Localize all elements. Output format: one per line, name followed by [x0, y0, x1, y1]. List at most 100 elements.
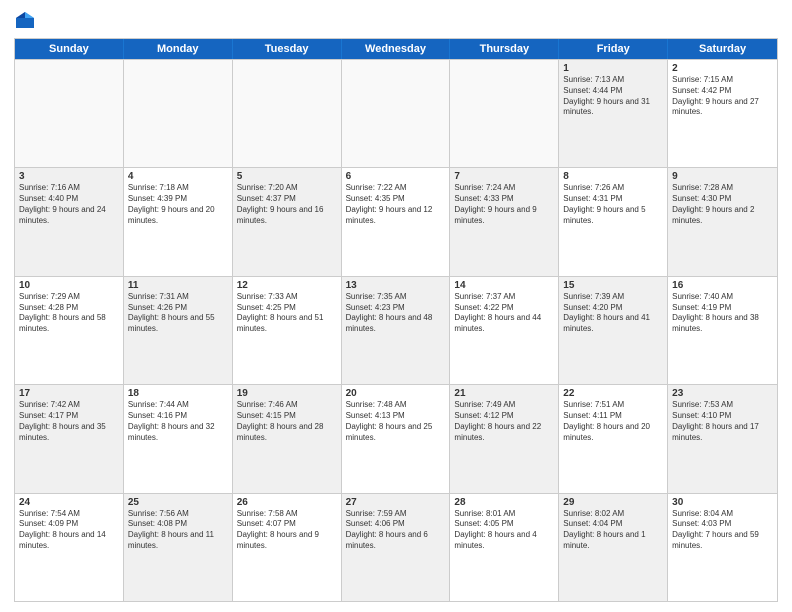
calendar-cell-0-4	[450, 60, 559, 167]
calendar-cell-2-0: 10Sunrise: 7:29 AM Sunset: 4:28 PM Dayli…	[15, 277, 124, 384]
day-number: 10	[19, 280, 119, 291]
cell-info: Sunrise: 7:46 AM Sunset: 4:15 PM Dayligh…	[237, 400, 337, 443]
calendar-cell-0-5: 1Sunrise: 7:13 AM Sunset: 4:44 PM Daylig…	[559, 60, 668, 167]
calendar-cell-2-1: 11Sunrise: 7:31 AM Sunset: 4:26 PM Dayli…	[124, 277, 233, 384]
day-number: 18	[128, 388, 228, 399]
calendar-cell-2-5: 15Sunrise: 7:39 AM Sunset: 4:20 PM Dayli…	[559, 277, 668, 384]
calendar-body: 1Sunrise: 7:13 AM Sunset: 4:44 PM Daylig…	[15, 59, 777, 601]
calendar-row-1: 3Sunrise: 7:16 AM Sunset: 4:40 PM Daylig…	[15, 167, 777, 275]
cell-info: Sunrise: 7:54 AM Sunset: 4:09 PM Dayligh…	[19, 509, 119, 552]
cell-info: Sunrise: 7:24 AM Sunset: 4:33 PM Dayligh…	[454, 183, 554, 226]
cell-info: Sunrise: 7:56 AM Sunset: 4:08 PM Dayligh…	[128, 509, 228, 552]
cell-info: Sunrise: 7:18 AM Sunset: 4:39 PM Dayligh…	[128, 183, 228, 226]
calendar-cell-0-3	[342, 60, 451, 167]
calendar-header: SundayMondayTuesdayWednesdayThursdayFrid…	[15, 39, 777, 59]
calendar-cell-2-3: 13Sunrise: 7:35 AM Sunset: 4:23 PM Dayli…	[342, 277, 451, 384]
day-number: 6	[346, 171, 446, 182]
cell-info: Sunrise: 7:29 AM Sunset: 4:28 PM Dayligh…	[19, 292, 119, 335]
calendar-cell-4-2: 26Sunrise: 7:58 AM Sunset: 4:07 PM Dayli…	[233, 494, 342, 601]
day-number: 22	[563, 388, 663, 399]
cell-info: Sunrise: 7:26 AM Sunset: 4:31 PM Dayligh…	[563, 183, 663, 226]
cell-info: Sunrise: 7:42 AM Sunset: 4:17 PM Dayligh…	[19, 400, 119, 443]
calendar: SundayMondayTuesdayWednesdayThursdayFrid…	[14, 38, 778, 602]
day-number: 17	[19, 388, 119, 399]
day-number: 14	[454, 280, 554, 291]
day-number: 16	[672, 280, 773, 291]
cell-info: Sunrise: 7:51 AM Sunset: 4:11 PM Dayligh…	[563, 400, 663, 443]
calendar-cell-4-3: 27Sunrise: 7:59 AM Sunset: 4:06 PM Dayli…	[342, 494, 451, 601]
day-number: 25	[128, 497, 228, 508]
cell-info: Sunrise: 7:59 AM Sunset: 4:06 PM Dayligh…	[346, 509, 446, 552]
calendar-cell-3-6: 23Sunrise: 7:53 AM Sunset: 4:10 PM Dayli…	[668, 385, 777, 492]
cell-info: Sunrise: 8:02 AM Sunset: 4:04 PM Dayligh…	[563, 509, 663, 552]
day-number: 23	[672, 388, 773, 399]
calendar-cell-4-1: 25Sunrise: 7:56 AM Sunset: 4:08 PM Dayli…	[124, 494, 233, 601]
cell-info: Sunrise: 7:16 AM Sunset: 4:40 PM Dayligh…	[19, 183, 119, 226]
calendar-row-2: 10Sunrise: 7:29 AM Sunset: 4:28 PM Dayli…	[15, 276, 777, 384]
cell-info: Sunrise: 7:44 AM Sunset: 4:16 PM Dayligh…	[128, 400, 228, 443]
day-number: 28	[454, 497, 554, 508]
calendar-cell-3-4: 21Sunrise: 7:49 AM Sunset: 4:12 PM Dayli…	[450, 385, 559, 492]
day-number: 8	[563, 171, 663, 182]
cell-info: Sunrise: 7:58 AM Sunset: 4:07 PM Dayligh…	[237, 509, 337, 552]
header	[14, 10, 778, 32]
day-number: 15	[563, 280, 663, 291]
cell-info: Sunrise: 7:31 AM Sunset: 4:26 PM Dayligh…	[128, 292, 228, 335]
calendar-row-3: 17Sunrise: 7:42 AM Sunset: 4:17 PM Dayli…	[15, 384, 777, 492]
logo	[14, 10, 40, 32]
calendar-cell-3-3: 20Sunrise: 7:48 AM Sunset: 4:13 PM Dayli…	[342, 385, 451, 492]
header-day-saturday: Saturday	[668, 39, 777, 59]
calendar-cell-3-2: 19Sunrise: 7:46 AM Sunset: 4:15 PM Dayli…	[233, 385, 342, 492]
day-number: 9	[672, 171, 773, 182]
calendar-cell-0-0	[15, 60, 124, 167]
calendar-cell-4-5: 29Sunrise: 8:02 AM Sunset: 4:04 PM Dayli…	[559, 494, 668, 601]
header-day-thursday: Thursday	[450, 39, 559, 59]
day-number: 13	[346, 280, 446, 291]
calendar-cell-3-5: 22Sunrise: 7:51 AM Sunset: 4:11 PM Dayli…	[559, 385, 668, 492]
calendar-cell-2-4: 14Sunrise: 7:37 AM Sunset: 4:22 PM Dayli…	[450, 277, 559, 384]
calendar-cell-0-6: 2Sunrise: 7:15 AM Sunset: 4:42 PM Daylig…	[668, 60, 777, 167]
cell-info: Sunrise: 7:22 AM Sunset: 4:35 PM Dayligh…	[346, 183, 446, 226]
cell-info: Sunrise: 7:40 AM Sunset: 4:19 PM Dayligh…	[672, 292, 773, 335]
cell-info: Sunrise: 7:28 AM Sunset: 4:30 PM Dayligh…	[672, 183, 773, 226]
day-number: 3	[19, 171, 119, 182]
day-number: 11	[128, 280, 228, 291]
header-day-sunday: Sunday	[15, 39, 124, 59]
cell-info: Sunrise: 7:20 AM Sunset: 4:37 PM Dayligh…	[237, 183, 337, 226]
day-number: 7	[454, 171, 554, 182]
calendar-cell-1-3: 6Sunrise: 7:22 AM Sunset: 4:35 PM Daylig…	[342, 168, 451, 275]
cell-info: Sunrise: 7:39 AM Sunset: 4:20 PM Dayligh…	[563, 292, 663, 335]
calendar-cell-0-1	[124, 60, 233, 167]
calendar-row-0: 1Sunrise: 7:13 AM Sunset: 4:44 PM Daylig…	[15, 59, 777, 167]
cell-info: Sunrise: 7:49 AM Sunset: 4:12 PM Dayligh…	[454, 400, 554, 443]
calendar-cell-1-0: 3Sunrise: 7:16 AM Sunset: 4:40 PM Daylig…	[15, 168, 124, 275]
day-number: 2	[672, 63, 773, 74]
header-day-monday: Monday	[124, 39, 233, 59]
calendar-cell-2-2: 12Sunrise: 7:33 AM Sunset: 4:25 PM Dayli…	[233, 277, 342, 384]
day-number: 21	[454, 388, 554, 399]
calendar-cell-4-0: 24Sunrise: 7:54 AM Sunset: 4:09 PM Dayli…	[15, 494, 124, 601]
calendar-cell-1-6: 9Sunrise: 7:28 AM Sunset: 4:30 PM Daylig…	[668, 168, 777, 275]
cell-info: Sunrise: 7:37 AM Sunset: 4:22 PM Dayligh…	[454, 292, 554, 335]
calendar-row-4: 24Sunrise: 7:54 AM Sunset: 4:09 PM Dayli…	[15, 493, 777, 601]
cell-info: Sunrise: 7:13 AM Sunset: 4:44 PM Dayligh…	[563, 75, 663, 118]
cell-info: Sunrise: 8:04 AM Sunset: 4:03 PM Dayligh…	[672, 509, 773, 552]
cell-info: Sunrise: 7:48 AM Sunset: 4:13 PM Dayligh…	[346, 400, 446, 443]
logo-icon	[14, 10, 36, 32]
day-number: 27	[346, 497, 446, 508]
day-number: 4	[128, 171, 228, 182]
calendar-cell-4-4: 28Sunrise: 8:01 AM Sunset: 4:05 PM Dayli…	[450, 494, 559, 601]
cell-info: Sunrise: 8:01 AM Sunset: 4:05 PM Dayligh…	[454, 509, 554, 552]
calendar-cell-3-0: 17Sunrise: 7:42 AM Sunset: 4:17 PM Dayli…	[15, 385, 124, 492]
day-number: 24	[19, 497, 119, 508]
day-number: 12	[237, 280, 337, 291]
day-number: 30	[672, 497, 773, 508]
page: SundayMondayTuesdayWednesdayThursdayFrid…	[0, 0, 792, 612]
day-number: 20	[346, 388, 446, 399]
calendar-cell-3-1: 18Sunrise: 7:44 AM Sunset: 4:16 PM Dayli…	[124, 385, 233, 492]
day-number: 26	[237, 497, 337, 508]
cell-info: Sunrise: 7:53 AM Sunset: 4:10 PM Dayligh…	[672, 400, 773, 443]
cell-info: Sunrise: 7:33 AM Sunset: 4:25 PM Dayligh…	[237, 292, 337, 335]
calendar-cell-1-5: 8Sunrise: 7:26 AM Sunset: 4:31 PM Daylig…	[559, 168, 668, 275]
cell-info: Sunrise: 7:15 AM Sunset: 4:42 PM Dayligh…	[672, 75, 773, 118]
